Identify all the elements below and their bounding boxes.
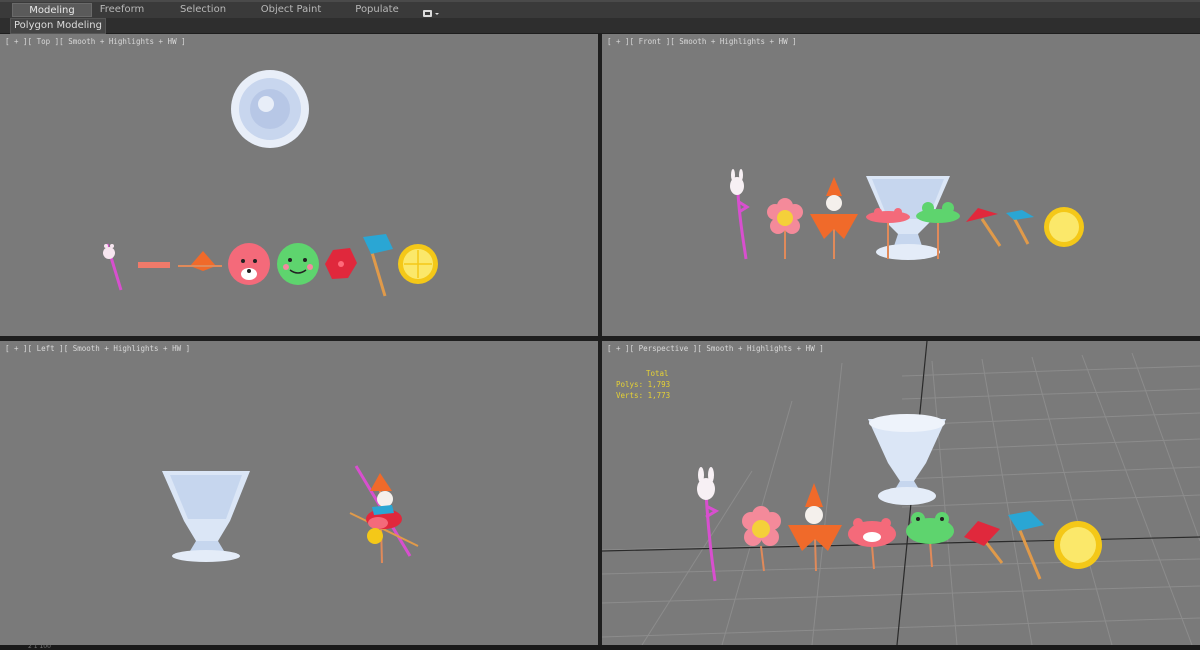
frog-face-top: [277, 243, 319, 285]
ribbon-top-border: [0, 0, 1200, 2]
umbrella-pick-top: [325, 248, 357, 279]
viewport-left[interactable]: [ + ][ Left ][ Smooth + Highlights + HW …: [0, 341, 598, 645]
flower-pick-top: [138, 262, 170, 268]
display-menu-icon[interactable]: [422, 4, 442, 17]
cup-top-view: [231, 70, 309, 148]
viewport-top[interactable]: [ + ][ Top ][ Smooth + Highlights + HW ]: [0, 34, 598, 336]
viewport-label-left[interactable]: [ + ][ Left ][ Smooth + Highlights + HW …: [5, 344, 190, 353]
scarecrow-pick-perspective: [788, 483, 842, 572]
lemon-slice-front: [1044, 207, 1084, 247]
flag-pick-perspective: [1008, 511, 1044, 580]
tab-object-paint[interactable]: Object Paint: [258, 3, 324, 17]
tab-modeling[interactable]: Modeling: [12, 3, 92, 17]
axis-line-horizontal: [602, 536, 1200, 552]
left-view-scene: [162, 465, 419, 564]
flower-pick-perspective: [742, 506, 781, 572]
status-bar: 2 1 100: [0, 643, 1200, 650]
scene-statistics: Total Polys: 1,793 Verts: 1,773: [616, 368, 670, 401]
stats-polys: Polys: 1,793: [616, 380, 671, 389]
stats-verts: Verts: 1,773: [616, 391, 671, 400]
flag-pick-front: [1006, 210, 1034, 245]
perspective-scene: [602, 341, 1200, 645]
viewport-label-top[interactable]: [ + ][ Top ][ Smooth + Highlights + HW ]: [5, 37, 186, 46]
straw-perspective: [697, 467, 720, 582]
viewport-label-front[interactable]: [ + ][ Front ][ Smooth + Highlights + HW…: [607, 37, 797, 46]
top-view-scene: [103, 70, 438, 297]
stats-title: Total: [646, 369, 669, 378]
tab-freeform[interactable]: Freeform: [92, 3, 152, 17]
polygon-modeling-label[interactable]: Polygon Modeling: [10, 18, 106, 34]
viewport-front[interactable]: [ + ][ Front ][ Smooth + Highlights + HW…: [602, 34, 1200, 336]
straw-front: [730, 169, 750, 260]
lemon-slice-top: [398, 244, 438, 284]
front-view-scene: [730, 169, 1084, 260]
scarecrow-pick-top: [178, 251, 222, 271]
lemon-slice-perspective: [1054, 521, 1102, 569]
tab-selection[interactable]: Selection: [172, 3, 234, 17]
cup-side: [162, 471, 250, 562]
straw-top-view: [103, 243, 123, 291]
picks-side-stack: [349, 465, 419, 564]
status-text: 2 1 100: [28, 643, 51, 650]
viewport-perspective[interactable]: [ + ][ Perspective ][ Smooth + Highlight…: [602, 341, 1200, 645]
umbrella-pick-front: [966, 208, 1002, 247]
frog-pick-perspective: [906, 512, 954, 568]
cup-perspective: [868, 414, 946, 505]
viewport-label-perspective[interactable]: [ + ][ Perspective ][ Smooth + Highlight…: [607, 344, 824, 353]
bear-face-top: [228, 243, 270, 285]
scarecrow-pick-front: [810, 177, 858, 259]
tab-populate[interactable]: Populate: [350, 3, 404, 17]
subribbon-bar: Polygon Modeling: [0, 18, 1200, 34]
flower-pick-front: [767, 198, 803, 259]
ribbon-tabbar: Modeling Freeform Selection Object Paint…: [0, 0, 1200, 18]
flag-pick-top: [363, 234, 393, 297]
